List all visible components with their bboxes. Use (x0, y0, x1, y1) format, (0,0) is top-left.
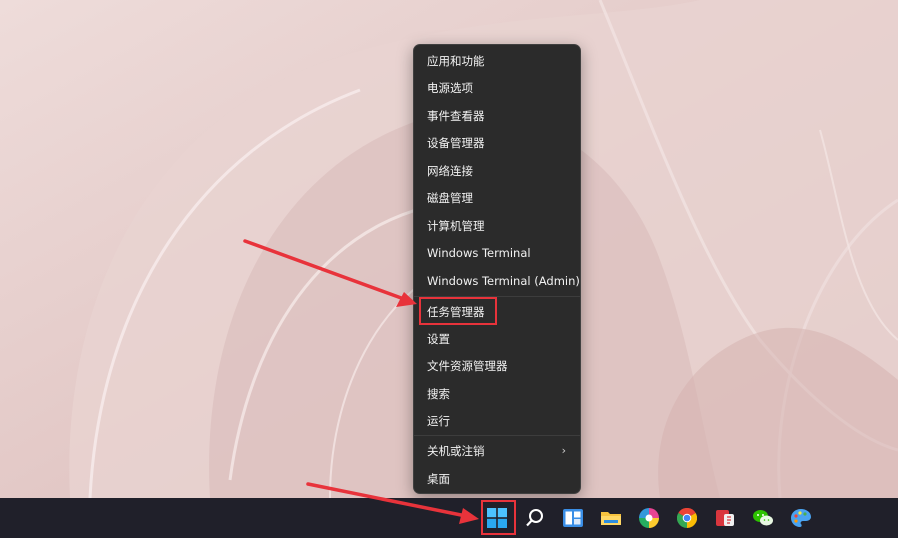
file-explorer-icon (601, 512, 621, 525)
paint-icon (791, 509, 811, 527)
menu-item-run[interactable]: 运行 (418, 408, 576, 434)
widgets-icon (563, 509, 583, 527)
colorful-app-icon (639, 508, 659, 528)
menu-item-task-manager[interactable]: 任务管理器 (418, 299, 576, 325)
search-icon (526, 509, 543, 527)
file-explorer-button[interactable] (594, 501, 628, 535)
menu-item-desktop[interactable]: 桌面 (418, 466, 576, 492)
menu-item-file-explorer[interactable]: 文件资源管理器 (418, 353, 576, 379)
widgets-button[interactable] (556, 501, 590, 535)
menu-item-windows-terminal-admin[interactable]: Windows Terminal (Admin) (418, 268, 580, 294)
menu-item-disk-management[interactable]: 磁盘管理 (418, 185, 576, 211)
menu-item-apps-features[interactable]: 应用和功能 (418, 48, 576, 74)
taskbar (0, 498, 898, 538)
menu-item-network-connections[interactable]: 网络连接 (418, 158, 576, 184)
paint-button[interactable] (784, 501, 818, 535)
menu-separator (414, 296, 580, 297)
windows-start-icon (487, 508, 507, 528)
chrome-icon (677, 508, 697, 528)
menu-item-search[interactable]: 搜索 (418, 381, 576, 407)
menu-item-windows-terminal[interactable]: Windows Terminal (418, 240, 576, 266)
red-app-icon (716, 510, 734, 526)
wechat-icon (753, 510, 773, 526)
menu-item-label: 关机或注销 (427, 444, 485, 458)
chevron-right-icon: › (561, 444, 566, 457)
start-button[interactable] (480, 501, 514, 535)
menu-separator (414, 435, 580, 436)
start-context-menu: 应用和功能 电源选项 事件查看器 设备管理器 网络连接 磁盘管理 计算机管理 W… (413, 44, 581, 494)
chrome-button[interactable] (670, 501, 704, 535)
menu-item-power-options[interactable]: 电源选项 (418, 75, 576, 101)
menu-item-settings[interactable]: 设置 (418, 326, 576, 352)
menu-item-shutdown-signout[interactable]: 关机或注销 › (418, 438, 576, 464)
menu-item-event-viewer[interactable]: 事件查看器 (418, 103, 576, 129)
colorful-app-button[interactable] (632, 501, 666, 535)
menu-item-device-manager[interactable]: 设备管理器 (418, 130, 576, 156)
menu-item-computer-management[interactable]: 计算机管理 (418, 213, 576, 239)
search-button[interactable] (518, 501, 552, 535)
wechat-button[interactable] (746, 501, 780, 535)
red-app-button[interactable] (708, 501, 742, 535)
